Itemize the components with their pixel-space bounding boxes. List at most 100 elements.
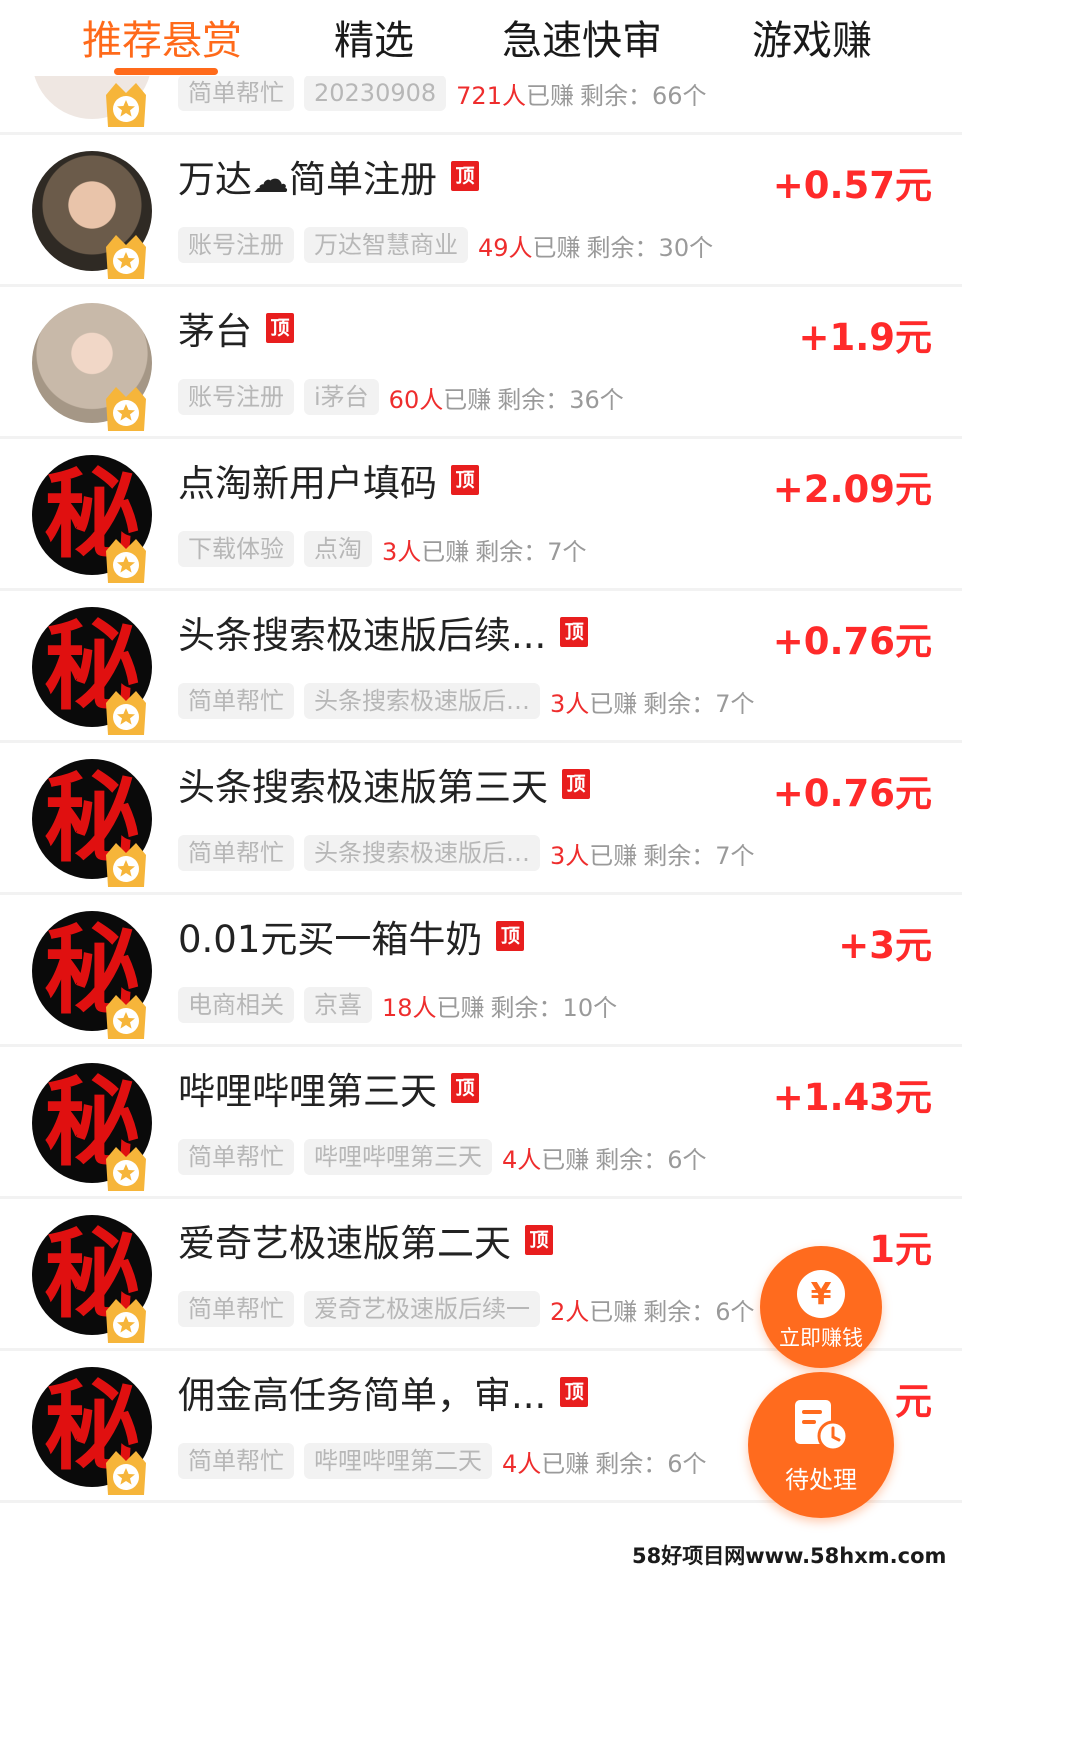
task-category-tag: 下载体验: [178, 531, 294, 567]
yen-symbol: ¥: [811, 1277, 832, 1312]
vip-star-badge-icon: [106, 235, 146, 279]
task-meta: 简单帮忙 头条搜索极速版后… 3人 已赚 剩余：7个: [178, 835, 755, 871]
earned-count: 49人: [478, 233, 533, 262]
task-app-tag: 20230908: [304, 76, 447, 111]
task-title: 头条搜索极速版第三天: [178, 766, 548, 809]
remaining-count: 剩余：30个: [586, 233, 714, 262]
task-reward: 1元: [869, 1228, 932, 1271]
tab-fast-review[interactable]: 急速快审: [502, 8, 662, 66]
task-category-tag: 简单帮忙: [178, 835, 294, 871]
task-title: 头条搜索极速版后续...: [178, 614, 547, 657]
task-row[interactable]: 秘 头条搜索极速版第三天 顶 +0.76元 简单帮忙 头条搜索极速版后… 3人 …: [0, 743, 962, 895]
task-title: 点淘新用户填码: [178, 462, 437, 505]
vip-star-badge-icon: [106, 83, 146, 127]
remaining-count: 剩余：6个: [595, 1145, 707, 1174]
task-title-line: 茅台 顶: [178, 303, 294, 353]
earned-suffix: 已赚: [525, 81, 574, 110]
task-row[interactable]: 秘 哔哩哔哩第三天 顶 +1.43元 简单帮忙 哔哩哔哩第三天 4人 已赚 剩余…: [0, 1047, 962, 1199]
pinned-top-badge: 顶: [525, 1225, 553, 1255]
remaining-count: 剩余：66个: [579, 81, 707, 110]
pinned-top-badge: 顶: [496, 921, 525, 951]
earned-suffix: 已赚: [541, 1449, 590, 1478]
earned-suffix: 已赚: [421, 537, 470, 566]
task-category-tag: 简单帮忙: [178, 1291, 294, 1327]
pending-button[interactable]: 待处理: [748, 1372, 894, 1518]
earned-count: 3人: [550, 689, 590, 718]
task-title-line: 头条搜索极速版后续... 顶: [178, 607, 589, 657]
remaining-count: 剩余：10个: [490, 993, 618, 1022]
earned-suffix: 已赚: [589, 689, 638, 718]
task-category-tag: 简单帮忙: [178, 683, 294, 719]
task-title-line: 0.01元买一箱牛奶 顶: [178, 911, 525, 961]
task-title: 佣金高任务简单，审...: [178, 1374, 547, 1417]
task-reward: +0.76元: [772, 772, 932, 815]
earned-count: 3人: [382, 537, 422, 566]
task-category-tag: 账号注册: [178, 227, 294, 263]
tab-featured[interactable]: 精选: [334, 8, 414, 66]
earned-count: 18人: [382, 993, 437, 1022]
earned-count: 60人: [388, 385, 444, 414]
task-app-tag: 哔哩哔哩第二天: [304, 1443, 492, 1479]
earned-count: 4人: [502, 1145, 542, 1174]
tab-game-earn[interactable]: 游戏赚: [752, 8, 872, 66]
task-title-line: 哔哩哔哩第三天 顶: [178, 1063, 479, 1113]
pinned-top-badge: 顶: [451, 161, 479, 191]
task-row[interactable]: 秘 0.01元买一箱牛奶 顶 +3元 电商相关 京喜 18人 已赚 剩余：10个: [0, 895, 962, 1047]
task-row[interactable]: 秘 点淘新用户填码 顶 +2.09元 下载体验 点淘 3人 已赚 剩余：7个: [0, 439, 962, 591]
task-title: 0.01元买一箱牛奶: [178, 918, 483, 961]
task-app-tag: 哔哩哔哩第三天: [304, 1139, 492, 1175]
earn-now-label: 立即赚钱: [779, 1326, 863, 1350]
vip-star-badge-icon: [106, 1451, 146, 1495]
task-meta: 账号注册 i茅台 60人 已赚 剩余：36个: [178, 379, 624, 415]
remaining-count: 剩余：7个: [475, 537, 587, 566]
task-reward: 元: [895, 1380, 932, 1423]
task-title-line: 佣金高任务简单，审... 顶: [178, 1367, 589, 1417]
task-title-line: 爱奇艺极速版第二天 顶: [178, 1215, 553, 1265]
task-reward: +2.09元: [772, 468, 932, 511]
earned-count: 3人: [550, 841, 590, 870]
remaining-count: 剩余：6个: [643, 1297, 755, 1326]
vip-star-badge-icon: [106, 691, 146, 735]
task-category-tag: 简单帮忙: [178, 76, 294, 111]
task-app-tag: 点淘: [304, 531, 372, 567]
task-title: 茅台: [178, 310, 252, 353]
earned-suffix: 已赚: [532, 233, 581, 262]
earned-suffix: 已赚: [589, 841, 638, 870]
task-meta: 简单帮忙 头条搜索极速版后… 3人 已赚 剩余：7个: [178, 683, 755, 719]
tab-recommended[interactable]: 推荐悬赏: [82, 8, 242, 66]
task-app-tag: 京喜: [304, 987, 372, 1023]
task-row[interactable]: 万达☁简单注册 顶 +0.57元 账号注册 万达智慧商业 49人 已赚 剩余：3…: [0, 135, 962, 287]
task-meta: 简单帮忙 爱奇艺极速版后续一 2人 已赚 剩余：6个: [178, 1291, 755, 1327]
earned-count: 721人: [456, 81, 526, 110]
pinned-top-badge: 顶: [562, 769, 590, 799]
remaining-count: 剩余：7个: [643, 841, 755, 870]
pinned-top-badge: 顶: [266, 313, 294, 343]
task-title: 爱奇艺极速版第二天: [178, 1222, 511, 1265]
task-meta: 账号注册 万达智慧商业 49人 已赚 剩余：30个: [178, 227, 713, 263]
task-row[interactable]: 茅台 顶 +1.9元 账号注册 i茅台 60人 已赚 剩余：36个: [0, 287, 962, 439]
pending-clock-icon: [795, 1400, 849, 1452]
task-app-tag: 头条搜索极速版后…: [304, 835, 540, 871]
earn-now-button[interactable]: ¥ 立即赚钱: [760, 1246, 882, 1368]
remaining-count: 剩余：36个: [497, 385, 624, 414]
task-title: 哔哩哔哩第三天: [178, 1070, 437, 1113]
pinned-top-badge: 顶: [451, 1073, 479, 1103]
remaining-count: 剩余：6个: [595, 1449, 707, 1478]
remaining-count: 剩余：7个: [643, 689, 755, 718]
task-category-tag: 账号注册: [178, 379, 294, 415]
vip-star-badge-icon: [106, 995, 146, 1039]
vip-star-badge-icon: [106, 1147, 146, 1191]
task-meta: 简单帮忙 哔哩哔哩第三天 4人 已赚 剩余：6个: [178, 1139, 707, 1175]
task-app-tag: 头条搜索极速版后…: [304, 683, 540, 719]
task-row[interactable]: 简单任务审核快 顶 +0.19元 简单帮忙 20230908 721人 已赚 剩…: [0, 76, 962, 135]
task-row[interactable]: 秘 头条搜索极速版后续... 顶 +0.76元 简单帮忙 头条搜索极速版后… 3…: [0, 591, 962, 743]
vip-star-badge-icon: [106, 387, 146, 431]
task-category-tag: 电商相关: [178, 987, 294, 1023]
pending-label: 待处理: [785, 1466, 857, 1494]
earned-count: 2人: [550, 1297, 590, 1326]
vip-star-badge-icon: [106, 843, 146, 887]
earned-count: 4人: [502, 1449, 542, 1478]
task-title-line: 万达☁简单注册 顶: [178, 151, 479, 201]
task-app-tag: 万达智慧商业: [304, 227, 468, 263]
watermark: 58好项目网www.58hxm.com: [632, 1544, 947, 1568]
